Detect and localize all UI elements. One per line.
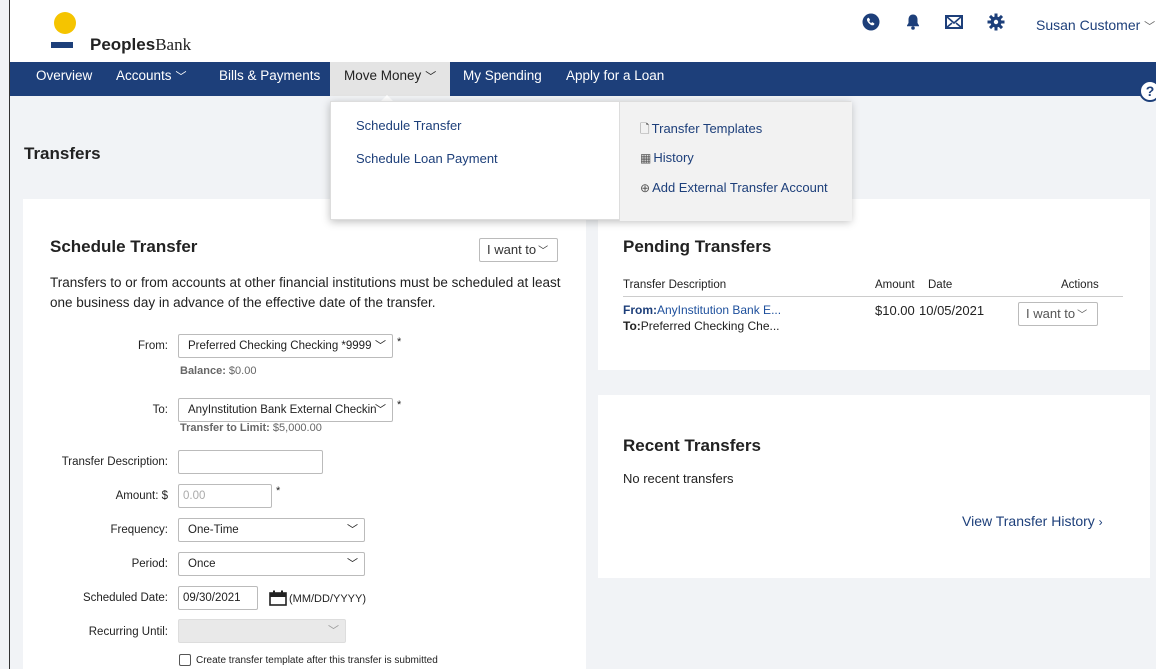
chevron-down-icon: ﹀	[175, 71, 187, 83]
chevron-down-icon: ﹀	[375, 340, 386, 352]
recurring-until-select[interactable]: ﹀	[178, 619, 346, 643]
page-title: Transfers	[24, 144, 101, 163]
nav-overview[interactable]: Overview	[36, 62, 92, 96]
phone-icon[interactable]	[861, 12, 881, 32]
app-frame: PeoplesBank Susan Customer ﹀ Overview Ac…	[9, 0, 1156, 669]
pending-to-text: To:Preferred Checking Che...	[623, 319, 780, 333]
chevron-right-icon: ›	[1098, 515, 1103, 529]
amount-input[interactable]: 0.00	[178, 484, 272, 508]
chevron-down-icon: ﹀	[347, 524, 358, 536]
help-icon[interactable]: ?	[1139, 80, 1156, 102]
menu-item-history[interactable]: ▦ History	[640, 150, 694, 165]
brand-name[interactable]: PeoplesBank	[90, 35, 191, 55]
pending-from-link[interactable]: From:AnyInstitution Bank E...	[623, 303, 781, 317]
nav-apply-loan[interactable]: Apply for a Loan	[566, 62, 664, 96]
menu-right-panel: 🗋 Transfer Templates ▦ History ⊕ Add Extern…	[619, 102, 852, 221]
pending-amount: $10.00	[875, 303, 915, 318]
nav-bills-payments[interactable]: Bills & Payments	[219, 62, 320, 96]
gear-icon[interactable]	[986, 12, 1006, 32]
document-icon: 🗋	[640, 122, 650, 136]
chevron-down-icon: ﹀	[1144, 21, 1156, 33]
nav-accounts[interactable]: Accounts ﹀	[116, 62, 187, 96]
recurring-until-label: Recurring Until:	[88, 626, 168, 638]
header-divider	[623, 296, 1123, 297]
to-label: To:	[152, 404, 168, 416]
required-mark: *	[397, 399, 402, 411]
period-select[interactable]: Once ﹀	[178, 552, 365, 576]
schedule-transfer-title: Schedule Transfer	[50, 237, 198, 256]
required-mark: *	[397, 336, 402, 348]
envelope-icon[interactable]	[944, 12, 964, 32]
i-want-to-dropdown[interactable]: I want to ﹀	[479, 238, 558, 262]
pending-transfers-card: Pending Transfers Transfer Description A…	[598, 199, 1150, 370]
nav-my-spending[interactable]: My Spending	[463, 62, 542, 96]
menu-item-schedule-transfer[interactable]: Schedule Transfer	[356, 118, 462, 133]
scheduled-date-input[interactable]: 09/30/2021	[178, 586, 258, 610]
pending-transfers-title: Pending Transfers	[623, 237, 772, 256]
column-header: Date	[928, 279, 953, 291]
user-menu[interactable]: Susan Customer ﹀	[1036, 17, 1155, 34]
transfer-description-input[interactable]	[178, 450, 323, 474]
nav-move-money[interactable]: Move Money ﹀	[330, 62, 451, 96]
chevron-down-icon: ﹀	[538, 246, 549, 257]
create-template-label: Create transfer template after this tran…	[196, 655, 438, 666]
menu-item-schedule-loan-payment[interactable]: Schedule Loan Payment	[356, 151, 498, 166]
calendar-icon[interactable]	[269, 590, 287, 606]
chevron-down-icon: ﹀	[375, 404, 386, 416]
chevron-down-icon: ﹀	[1077, 310, 1088, 321]
top-header: PeoplesBank Susan Customer ﹀	[10, 0, 1156, 62]
menu-item-add-external-account[interactable]: ⊕ Add External Transfer Account	[640, 180, 828, 195]
to-account-select[interactable]: AnyInstitution Bank External Checkin ﹀	[178, 398, 393, 422]
logo-bar-icon	[51, 42, 73, 48]
required-mark: *	[276, 485, 281, 497]
view-transfer-history-link[interactable]: View Transfer History ›	[962, 513, 1103, 529]
date-format-hint: (MM/DD/YYYY)	[289, 593, 366, 605]
frequency-label: Frequency:	[110, 524, 168, 536]
plus-circle-icon: ⊕	[640, 181, 651, 195]
main-nav: Overview Accounts ﹀ Bills & Payments Move…	[10, 62, 1156, 96]
bell-icon[interactable]	[903, 12, 923, 32]
chevron-down-icon: ﹀	[347, 558, 358, 570]
period-label: Period:	[131, 558, 168, 570]
pending-date: 10/05/2021	[919, 303, 985, 318]
no-recent-transfers-text: No recent transfers	[623, 471, 734, 486]
logo-sun-icon	[54, 12, 76, 34]
column-header: Amount	[875, 279, 915, 291]
balance-text: Balance: $0.00	[180, 365, 257, 377]
create-template-checkbox[interactable]	[179, 654, 191, 666]
frequency-select[interactable]: One-Time ﹀	[178, 518, 365, 542]
chevron-down-icon: ﹀	[425, 71, 437, 83]
menu-item-transfer-templates[interactable]: 🗋 Transfer Templates	[640, 120, 762, 141]
move-money-menu: Schedule Transfer Schedule Loan Payment …	[330, 101, 852, 221]
transfer-limit-text: Transfer to Limit: $5,000.00	[180, 422, 322, 434]
recent-transfers-title: Recent Transfers	[623, 436, 761, 455]
scheduled-date-label: Scheduled Date:	[82, 592, 168, 604]
chevron-down-icon: ﹀	[328, 625, 339, 637]
amount-label: Amount: $	[115, 490, 168, 502]
schedule-transfer-card: Schedule Transfer I want to ﹀ Transfers t…	[23, 199, 586, 669]
calendar-icon: ▦	[640, 151, 652, 165]
from-label: From:	[137, 340, 168, 352]
transfer-intro-text: Transfers to or from accounts at other f…	[50, 275, 561, 310]
column-header: Transfer Description	[623, 279, 727, 291]
from-account-select[interactable]: Preferred Checking Checking *9999 ﹀	[178, 334, 393, 358]
column-header: Actions	[1061, 279, 1099, 291]
description-label: Transfer Description:	[61, 456, 168, 468]
pending-row-action-dropdown[interactable]: I want to ﹀	[1018, 302, 1098, 326]
recent-transfers-card: Recent Transfers No recent transfers Vie…	[598, 395, 1150, 578]
